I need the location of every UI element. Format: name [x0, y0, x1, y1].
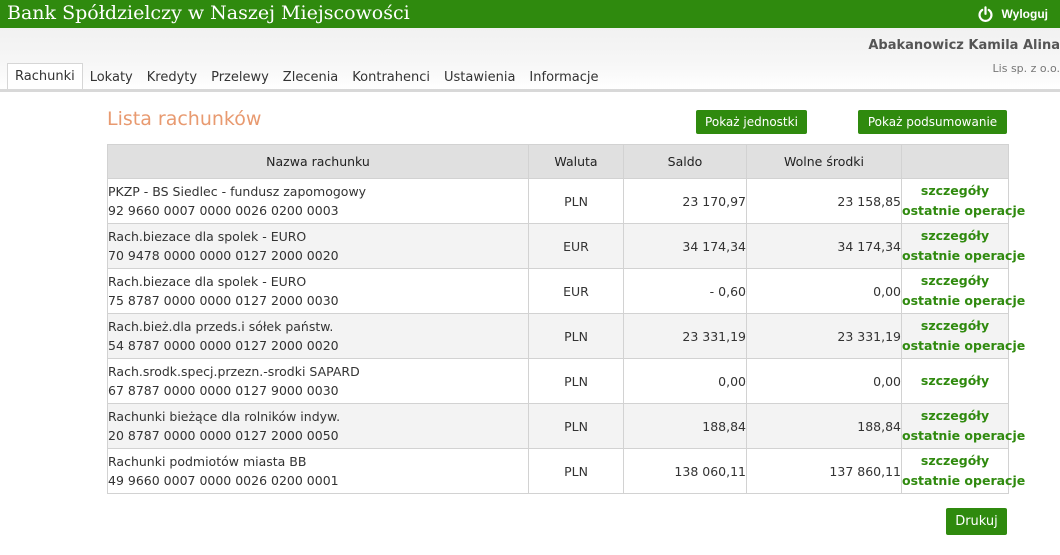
account-number: 54 8787 0000 0000 0127 2000 0020 [108, 338, 339, 353]
logout-button[interactable]: Wyloguj [977, 4, 1048, 24]
account-name-cell: Rach.bież.dla przeds.i sółek państw. 54 … [107, 313, 529, 359]
accounts-table: Nazwa rachunku Waluta Saldo Wolne środki… [107, 144, 1025, 494]
account-label: Rach.biezace dla spolek - EURO [108, 229, 307, 244]
balance-cell: 0,00 [623, 358, 747, 404]
available-cell: 23 158,85 [746, 178, 902, 224]
tab-informacje[interactable]: Informacje [522, 66, 605, 90]
show-summary-button[interactable]: Pokaż podsumowanie [858, 110, 1007, 134]
table-row: Rachunki podmiotów miasta BB 49 9660 000… [107, 448, 1025, 494]
available-cell: 137 860,11 [746, 448, 902, 494]
user-name: Abakanowicz Kamila Alina [868, 38, 1060, 53]
details-link[interactable]: szczegóły [902, 371, 1008, 391]
details-link[interactable]: szczegóły [902, 406, 1008, 426]
account-label: Rachunki podmiotów miasta BB [108, 454, 307, 469]
account-name-cell: Rach.biezace dla spolek - EURO 70 9478 0… [107, 223, 529, 269]
actions-cell: szczegóły ostatnie operacje [901, 448, 1025, 494]
top-bar: Bank Spółdzielczy w Naszej Miejscowości … [0, 0, 1060, 28]
account-number: 20 8787 0000 0000 0127 2000 0050 [108, 428, 339, 443]
header: Abakanowicz Kamila Alina Lis sp. z o.o. … [0, 28, 1060, 90]
print-button[interactable]: Drukuj [946, 508, 1007, 535]
tab-lokaty[interactable]: Lokaty [83, 66, 140, 90]
currency-cell: PLN [528, 403, 624, 449]
account-name-cell: PKZP - BS Siedlec - fundusz zapomogowy 9… [107, 178, 529, 224]
main-nav: Rachunki Lokaty Kredyty Przelewy Zleceni… [7, 63, 606, 90]
account-label: Rachunki bieżące dla rolników indyw. [108, 409, 341, 424]
recent-operations-link[interactable]: ostatnie operacje [902, 336, 1025, 356]
account-name-cell: Rach.biezace dla spolek - EURO 75 8787 0… [107, 268, 529, 314]
column-header-available[interactable]: Wolne środki [746, 144, 902, 179]
balance-cell: 23 170,97 [623, 178, 747, 224]
tab-zlecenia[interactable]: Zlecenia [276, 66, 345, 90]
available-cell: 0,00 [746, 358, 902, 404]
currency-cell: EUR [528, 268, 624, 314]
bank-name: Bank Spółdzielczy w Naszej Miejscowości [7, 2, 410, 24]
header-divider [0, 89, 1060, 92]
currency-cell: PLN [528, 358, 624, 404]
balance-cell: 138 060,11 [623, 448, 747, 494]
actions-cell: szczegóły ostatnie operacje [901, 268, 1025, 314]
logout-label: Wyloguj [1001, 7, 1048, 21]
page-title: Lista rachunków [107, 108, 262, 130]
table-row: Rachunki bieżące dla rolników indyw. 20 … [107, 403, 1025, 449]
account-number: 92 9660 0007 0000 0026 0200 0003 [108, 203, 339, 218]
actions-cell: szczegóły ostatnie operacje [901, 178, 1025, 224]
recent-operations-link[interactable]: ostatnie operacje [902, 201, 1025, 221]
recent-operations-link[interactable]: ostatnie operacje [902, 246, 1025, 266]
account-name-cell: Rach.srodk.specj.przezn.-srodki SAPARD 6… [107, 358, 529, 404]
available-cell: 34 174,34 [746, 223, 902, 269]
tab-kredyty[interactable]: Kredyty [140, 66, 204, 90]
table-row: PKZP - BS Siedlec - fundusz zapomogowy 9… [107, 178, 1025, 224]
table-row: Rach.bież.dla przeds.i sółek państw. 54 … [107, 313, 1025, 359]
account-label: Rach.biezace dla spolek - EURO [108, 274, 307, 289]
currency-cell: PLN [528, 313, 624, 359]
actions-cell: szczegóły ostatnie operacje [901, 223, 1025, 269]
table-row: Rach.biezace dla spolek - EURO 70 9478 0… [107, 223, 1025, 269]
table-header-row: Nazwa rachunku Waluta Saldo Wolne środki [107, 144, 1009, 179]
account-number: 70 9478 0000 0000 0127 2000 0020 [108, 248, 339, 263]
tab-ustawienia[interactable]: Ustawienia [437, 66, 522, 90]
column-header-currency[interactable]: Waluta [528, 144, 624, 179]
column-header-name[interactable]: Nazwa rachunku [107, 144, 529, 179]
actions-cell: szczegóły ostatnie operacje [901, 313, 1025, 359]
tab-kontrahenci[interactable]: Kontrahenci [345, 66, 437, 90]
currency-cell: EUR [528, 223, 624, 269]
details-link[interactable]: szczegóły [902, 226, 1008, 246]
company-name: Lis sp. z o.o. [992, 62, 1060, 75]
power-icon [978, 5, 993, 22]
available-cell: 23 331,19 [746, 313, 902, 359]
actions-cell: szczegóły ostatnie operacje [901, 403, 1025, 449]
balance-cell: 188,84 [623, 403, 747, 449]
details-link[interactable]: szczegóły [902, 271, 1008, 291]
account-number: 67 8787 0000 0000 0127 9000 0030 [108, 383, 339, 398]
column-header-balance[interactable]: Saldo [623, 144, 747, 179]
column-header-actions [901, 144, 1009, 179]
available-cell: 0,00 [746, 268, 902, 314]
account-name-cell: Rachunki bieżące dla rolników indyw. 20 … [107, 403, 529, 449]
recent-operations-link[interactable]: ostatnie operacje [902, 426, 1025, 446]
tab-rachunki[interactable]: Rachunki [7, 63, 83, 90]
details-link[interactable]: szczegóły [902, 181, 1008, 201]
show-units-button[interactable]: Pokaż jednostki [696, 110, 807, 134]
recent-operations-link[interactable]: ostatnie operacje [902, 291, 1025, 311]
actions-cell: szczegóły [901, 358, 1009, 404]
account-label: Rach.bież.dla przeds.i sółek państw. [108, 319, 334, 334]
table-row: Rach.srodk.specj.przezn.-srodki SAPARD 6… [107, 358, 1009, 404]
balance-cell: 34 174,34 [623, 223, 747, 269]
account-number: 75 8787 0000 0000 0127 2000 0030 [108, 293, 339, 308]
balance-cell: - 0,60 [623, 268, 747, 314]
details-link[interactable]: szczegóły [902, 451, 1008, 471]
recent-operations-link[interactable]: ostatnie operacje [902, 471, 1025, 491]
table-row: Rach.biezace dla spolek - EURO 75 8787 0… [107, 268, 1025, 314]
details-link[interactable]: szczegóły [902, 316, 1008, 336]
account-number: 49 9660 0007 0000 0026 0200 0001 [108, 473, 339, 488]
tab-przelewy[interactable]: Przelewy [204, 66, 276, 90]
account-label: PKZP - BS Siedlec - fundusz zapomogowy [108, 184, 367, 199]
available-cell: 188,84 [746, 403, 902, 449]
account-name-cell: Rachunki podmiotów miasta BB 49 9660 000… [107, 448, 529, 494]
account-label: Rach.srodk.specj.przezn.-srodki SAPARD [108, 364, 360, 379]
currency-cell: PLN [528, 448, 624, 494]
balance-cell: 23 331,19 [623, 313, 747, 359]
currency-cell: PLN [528, 178, 624, 224]
